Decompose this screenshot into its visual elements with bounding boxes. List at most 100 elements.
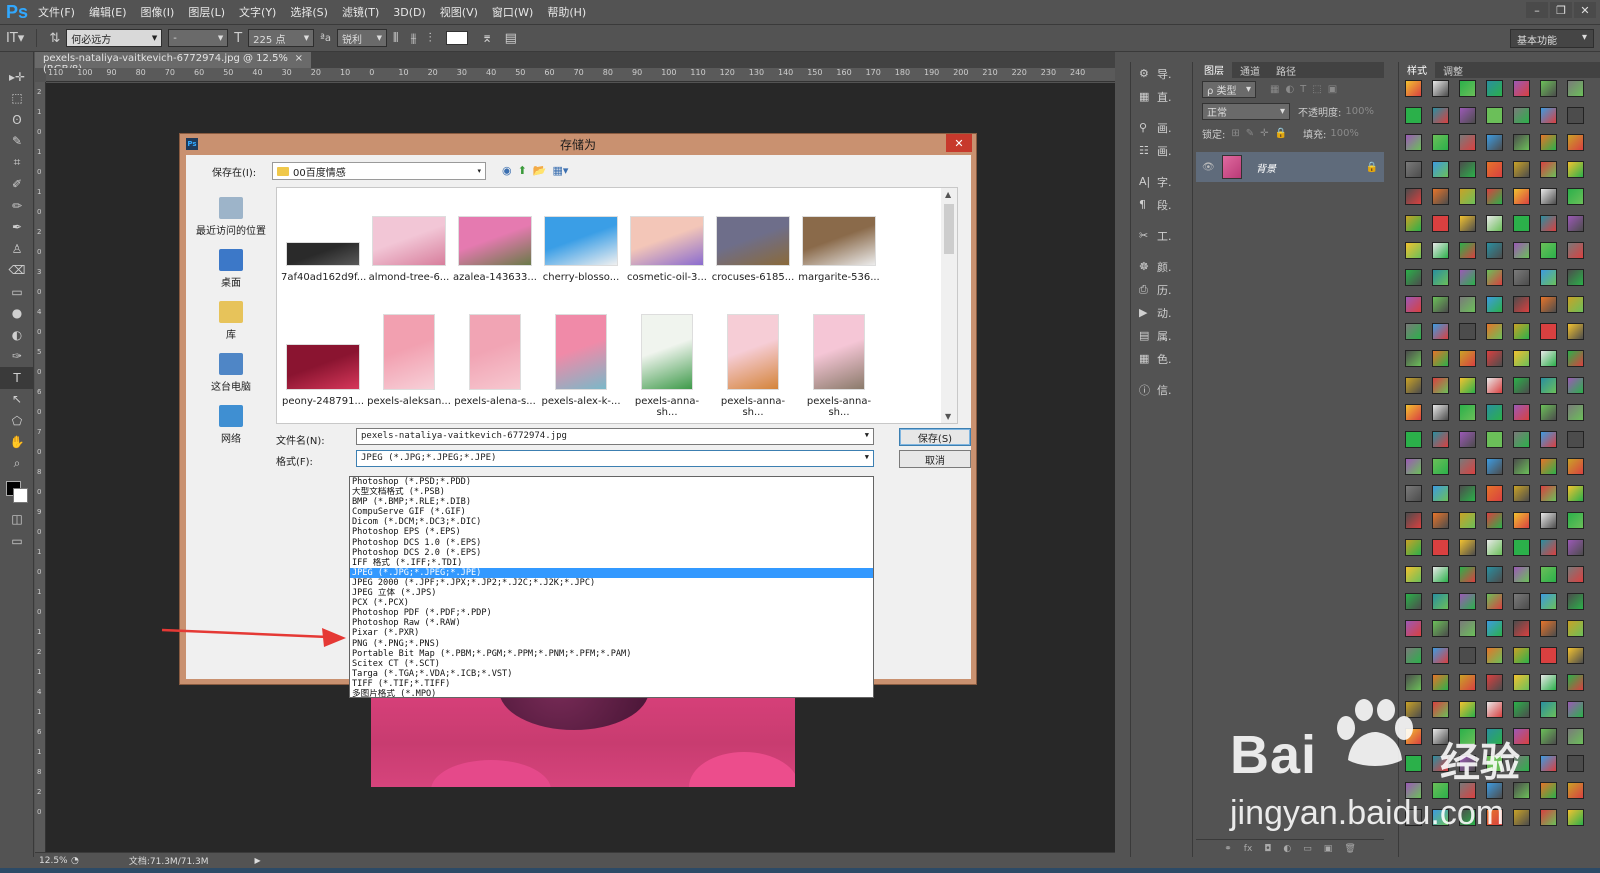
- style-swatch[interactable]: [1486, 485, 1503, 502]
- style-swatch[interactable]: [1432, 593, 1449, 610]
- style-swatch[interactable]: [1432, 539, 1449, 556]
- style-swatch[interactable]: [1459, 431, 1476, 448]
- layer-row-background[interactable]: 👁 背景 🔒: [1196, 152, 1384, 182]
- file-item[interactable]: cosmetic-oil-3...: [625, 216, 709, 283]
- style-swatch[interactable]: [1432, 296, 1449, 313]
- style-swatch[interactable]: [1486, 134, 1503, 151]
- style-swatch[interactable]: [1513, 377, 1530, 394]
- style-swatch[interactable]: [1405, 161, 1422, 178]
- menu-filter[interactable]: 滤镜(T): [342, 4, 379, 20]
- style-swatch[interactable]: [1432, 620, 1449, 637]
- view-menu-icon[interactable]: ▦▾: [553, 164, 569, 177]
- format-option[interactable]: Targa (*.TGA;*.VDA;*.ICB;*.VST): [350, 669, 873, 679]
- style-swatch[interactable]: [1567, 377, 1584, 394]
- style-swatch[interactable]: [1567, 593, 1584, 610]
- style-swatch[interactable]: [1459, 566, 1476, 583]
- close-tab-icon[interactable]: ×: [295, 53, 303, 67]
- style-swatch[interactable]: [1405, 296, 1422, 313]
- file-item[interactable]: crocuses-6185...: [711, 216, 795, 283]
- format-option[interactable]: JPEG 2000 (*.JPF;*.JPX;*.JP2;*.J2C;*.J2K…: [350, 578, 873, 588]
- style-swatch[interactable]: [1486, 647, 1503, 664]
- style-swatch[interactable]: [1405, 404, 1422, 421]
- style-swatch[interactable]: [1540, 620, 1557, 637]
- style-swatch[interactable]: [1513, 215, 1530, 232]
- dialog-close-button[interactable]: ✕: [946, 134, 972, 152]
- style-swatch[interactable]: [1567, 566, 1584, 583]
- screen-mode-icon[interactable]: ▭: [0, 530, 34, 552]
- layers-footer-icon[interactable]: ▣: [1324, 844, 1333, 854]
- save-in-select[interactable]: 00百度情感 ▾: [272, 162, 486, 180]
- style-swatch[interactable]: [1459, 647, 1476, 664]
- minimize-button[interactable]: –: [1526, 2, 1548, 18]
- file-item[interactable]: pexels-alena-s...: [453, 314, 537, 407]
- style-swatch[interactable]: [1513, 188, 1530, 205]
- font-size-select[interactable]: 225 点 ▼: [248, 29, 315, 47]
- style-swatch[interactable]: [1432, 512, 1449, 529]
- tab-layers[interactable]: 图层: [1196, 62, 1232, 78]
- style-swatch[interactable]: [1540, 80, 1557, 97]
- opacity-value[interactable]: 100%: [1345, 106, 1374, 117]
- style-swatch[interactable]: [1567, 134, 1584, 151]
- format-option[interactable]: JPEG 立体 (*.JPS): [350, 588, 873, 598]
- style-swatch[interactable]: [1567, 647, 1584, 664]
- file-item[interactable]: pexels-anna-sh...: [625, 314, 709, 418]
- style-swatch[interactable]: [1513, 566, 1530, 583]
- style-swatch[interactable]: [1405, 188, 1422, 205]
- style-swatch[interactable]: [1486, 593, 1503, 610]
- quick-select-tool-icon[interactable]: ✎: [0, 131, 34, 153]
- style-swatch[interactable]: [1432, 458, 1449, 475]
- collapsed-panel-button[interactable]: ☸ 颜.: [1131, 255, 1192, 278]
- style-swatch[interactable]: [1486, 404, 1503, 421]
- style-swatch[interactable]: [1513, 647, 1530, 664]
- style-swatch[interactable]: [1540, 107, 1557, 124]
- file-item[interactable]: pexels-anna-sh...: [797, 314, 881, 418]
- style-swatch[interactable]: [1540, 134, 1557, 151]
- layer-filter-select[interactable]: ρ 类型 ▾: [1202, 80, 1256, 98]
- style-swatch[interactable]: [1405, 539, 1422, 556]
- collapsed-panel-button[interactable]: ▦ 直.: [1131, 85, 1192, 108]
- style-swatch[interactable]: [1459, 80, 1476, 97]
- font-style-select[interactable]: - ▼: [168, 29, 229, 47]
- file-item[interactable]: almond-tree-6...: [367, 216, 451, 283]
- format-option[interactable]: TIFF (*.TIF;*.TIFF): [350, 679, 873, 689]
- style-swatch[interactable]: [1405, 485, 1422, 502]
- style-swatch[interactable]: [1540, 431, 1557, 448]
- style-swatch[interactable]: [1432, 404, 1449, 421]
- healing-brush-tool-icon[interactable]: ✏: [0, 195, 34, 217]
- style-swatch[interactable]: [1405, 593, 1422, 610]
- style-swatch[interactable]: [1567, 431, 1584, 448]
- zoom-level[interactable]: 12.5%: [35, 856, 71, 866]
- style-swatch[interactable]: [1567, 458, 1584, 475]
- style-swatch[interactable]: [1459, 134, 1476, 151]
- style-swatch[interactable]: [1405, 323, 1422, 340]
- menu-type[interactable]: 文字(Y): [239, 4, 276, 20]
- filter-icons[interactable]: ▦◐T⬚▣: [1270, 84, 1343, 95]
- style-swatch[interactable]: [1486, 323, 1503, 340]
- clone-stamp-tool-icon[interactable]: ♙: [0, 238, 34, 260]
- path-selection-tool-icon[interactable]: ↖: [0, 389, 34, 411]
- style-swatch[interactable]: [1459, 620, 1476, 637]
- toggle-orientation-icon[interactable]: ⇅: [49, 31, 60, 46]
- style-swatch[interactable]: [1459, 485, 1476, 502]
- style-swatch[interactable]: [1567, 539, 1584, 556]
- chevron-down-icon[interactable]: ▼: [865, 431, 869, 439]
- style-swatch[interactable]: [1486, 215, 1503, 232]
- style-swatch[interactable]: [1432, 566, 1449, 583]
- style-swatch[interactable]: [1432, 242, 1449, 259]
- style-swatch[interactable]: [1540, 404, 1557, 421]
- style-swatch[interactable]: [1432, 161, 1449, 178]
- up-folder-icon[interactable]: ⬆: [518, 164, 527, 177]
- back-icon[interactable]: ◉: [502, 164, 512, 177]
- style-swatch[interactable]: [1567, 242, 1584, 259]
- style-swatch[interactable]: [1513, 161, 1530, 178]
- style-swatch[interactable]: [1540, 512, 1557, 529]
- style-swatch[interactable]: [1540, 566, 1557, 583]
- style-swatch[interactable]: [1486, 458, 1503, 475]
- style-swatch[interactable]: [1540, 350, 1557, 367]
- style-swatch[interactable]: [1513, 404, 1530, 421]
- style-swatch[interactable]: [1405, 215, 1422, 232]
- fill-value[interactable]: 100%: [1330, 128, 1359, 139]
- dodge-tool-icon[interactable]: ◐: [0, 324, 34, 346]
- menu-edit[interactable]: 编辑(E): [89, 4, 127, 20]
- tab-adjustments[interactable]: 调整: [1435, 63, 1471, 78]
